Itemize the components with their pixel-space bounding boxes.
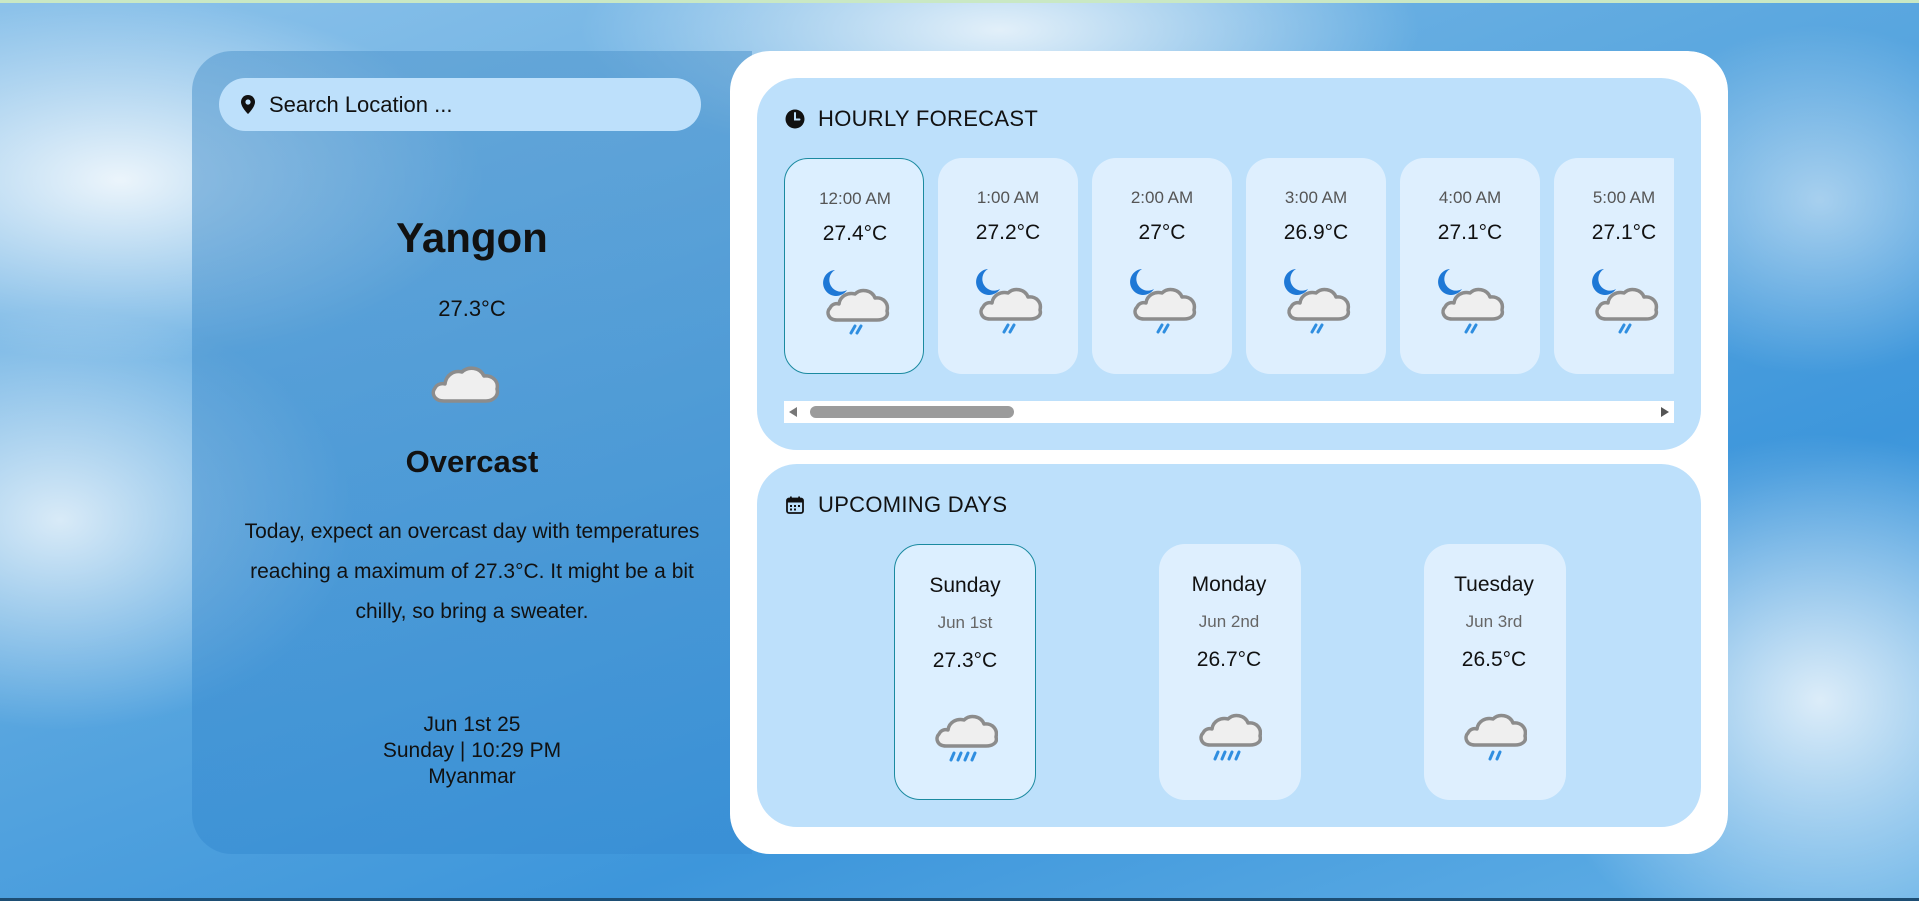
light-rain-icon xyxy=(1464,713,1527,761)
day-temp: 26.7°C xyxy=(1196,648,1262,671)
search-bar[interactable] xyxy=(219,78,701,131)
day-name: Monday xyxy=(1191,573,1267,596)
day-temp: 26.5°C xyxy=(1461,648,1527,671)
night-rain-icon xyxy=(1592,269,1659,334)
hour-time: 5:00 AM xyxy=(1592,188,1656,207)
night-rain-icon xyxy=(976,269,1043,334)
hour-time: 1:00 AM xyxy=(976,188,1040,207)
hourly-item[interactable]: 5:00 AM 27.1°C xyxy=(1554,158,1674,374)
city-name: Yangon xyxy=(396,214,548,261)
hour-temp: 26.9°C xyxy=(1283,221,1349,244)
top-border xyxy=(0,0,1919,3)
location-pin-icon xyxy=(237,95,259,114)
hourly-forecast-header: HOURLY FORECAST xyxy=(784,106,1038,132)
hourly-scrollbar[interactable] xyxy=(784,401,1674,423)
hourly-forecast-title: HOURLY FORECAST xyxy=(818,106,1039,131)
forecast-area: HOURLY FORECAST 12:00 AM 27.4°C 1:00 AM … xyxy=(730,51,1728,854)
hour-time: 2:00 AM xyxy=(1130,188,1194,207)
night-rain-icon xyxy=(1284,269,1351,334)
hour-time: 3:00 AM xyxy=(1284,188,1348,207)
hourly-forecast-panel: HOURLY FORECAST 12:00 AM 27.4°C 1:00 AM … xyxy=(757,78,1701,450)
day-temp: 27.3°C xyxy=(932,649,998,672)
scroll-right-arrow-icon[interactable] xyxy=(1661,407,1669,417)
heavy-rain-icon xyxy=(1199,713,1262,761)
day-date: Jun 3rd xyxy=(1465,612,1523,631)
calendar-icon xyxy=(784,494,806,516)
hourly-item[interactable]: 12:00 AM 27.4°C xyxy=(784,158,924,374)
day-item[interactable]: Monday Jun 2nd 26.7°C xyxy=(1159,544,1301,800)
current-country: Myanmar xyxy=(428,765,516,788)
hour-time: 12:00 AM xyxy=(819,189,891,208)
hourly-item[interactable]: 2:00 AM 27°C xyxy=(1092,158,1232,374)
hour-temp: 27°C xyxy=(1138,221,1186,244)
hour-temp: 27.4°C xyxy=(822,222,888,245)
hour-temp: 27.2°C xyxy=(975,221,1041,244)
night-rain-icon xyxy=(1438,269,1505,334)
scroll-left-arrow-icon[interactable] xyxy=(789,407,797,417)
current-temperature: 27.3°C xyxy=(438,296,506,321)
hourly-item[interactable]: 4:00 AM 27.1°C xyxy=(1400,158,1540,374)
upcoming-days-header: UPCOMING DAYS xyxy=(784,492,1007,518)
hour-time: 4:00 AM xyxy=(1438,188,1502,207)
day-item[interactable]: Tuesday Jun 3rd 26.5°C xyxy=(1424,544,1566,800)
weather-card: Yangon 27.3°C Overcast Today, expect an … xyxy=(192,51,1728,854)
current-date: Jun 1st 25 xyxy=(423,713,521,736)
day-name: Sunday xyxy=(929,574,1001,597)
condition-label: Overcast xyxy=(405,444,539,479)
upcoming-days-panel: UPCOMING DAYS Sunday Jun 1st 27.3°C Mond… xyxy=(757,464,1701,827)
forecast-description: Today, expect an overcast day with tempe… xyxy=(244,520,700,623)
night-rain-icon xyxy=(823,270,890,335)
cloud-icon xyxy=(428,357,502,407)
hour-temp: 27.1°C xyxy=(1591,221,1657,244)
day-date: Jun 2nd xyxy=(1198,612,1260,631)
upcoming-days-title: UPCOMING DAYS xyxy=(818,492,1008,517)
heavy-rain-icon xyxy=(935,714,998,762)
hourly-scroll-area[interactable]: 12:00 AM 27.4°C 1:00 AM 27.2°C 2:00 AM 2… xyxy=(784,158,1674,376)
search-input[interactable] xyxy=(267,90,691,119)
day-date: Jun 1st xyxy=(937,613,993,632)
hourly-item[interactable]: 1:00 AM 27.2°C xyxy=(938,158,1078,374)
hour-temp: 27.1°C xyxy=(1437,221,1503,244)
scrollbar-thumb[interactable] xyxy=(810,406,1014,418)
current-day-time: Sunday | 10:29 PM xyxy=(382,739,562,762)
date-location-info: Jun 1st 25 Sunday | 10:29 PM Myanmar xyxy=(192,712,752,790)
day-item[interactable]: Sunday Jun 1st 27.3°C xyxy=(894,544,1036,800)
hourly-item[interactable]: 3:00 AM 26.9°C xyxy=(1246,158,1386,374)
night-rain-icon xyxy=(1130,269,1197,334)
clock-icon xyxy=(784,108,806,130)
current-weather-panel: Yangon 27.3°C Overcast Today, expect an … xyxy=(192,51,752,854)
day-name: Tuesday xyxy=(1454,573,1534,596)
